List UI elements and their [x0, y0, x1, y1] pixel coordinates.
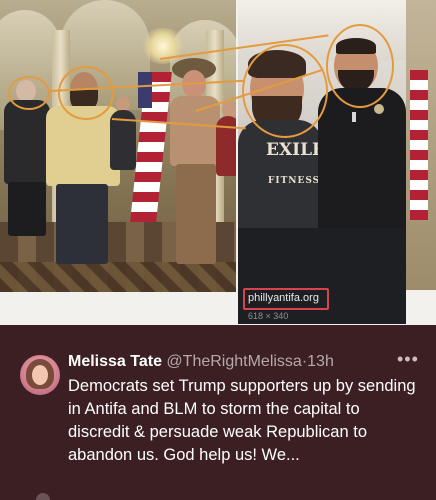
floor-pattern [0, 262, 236, 292]
adjacent-flag [410, 70, 428, 220]
highlight-circle [8, 76, 50, 110]
shirt-logo-exile: EXILE [266, 140, 326, 160]
more-horizontal-icon[interactable]: ••• [397, 349, 419, 370]
tweet-header: Melissa Tate @TheRightMelissa·13h [68, 351, 334, 373]
highlight-circle [58, 66, 114, 120]
capitol-photo [0, 0, 236, 292]
display-name[interactable]: Melissa Tate [68, 353, 162, 370]
avatar[interactable] [20, 355, 60, 395]
timestamp[interactable]: 13h [307, 353, 334, 370]
highlight-circle [326, 24, 394, 108]
shared-image[interactable]: EXILE FITNESS phillyantifa.org 618 × 340 [0, 0, 436, 325]
tweet[interactable]: Melissa Tate @TheRightMelissa·13h ••• De… [0, 325, 436, 500]
source-domain[interactable]: phillyantifa.org [248, 292, 319, 304]
reply-icon[interactable] [36, 493, 50, 500]
avatar-face [32, 365, 48, 385]
tweet-text: Democrats set Trump supporters up by sen… [68, 377, 416, 464]
image-dimensions: 618 × 340 [248, 311, 289, 321]
shirt-logo-fitness: FITNESS [268, 176, 321, 186]
user-handle[interactable]: @TheRightMelissa [166, 353, 301, 370]
flag-canton [138, 72, 152, 108]
